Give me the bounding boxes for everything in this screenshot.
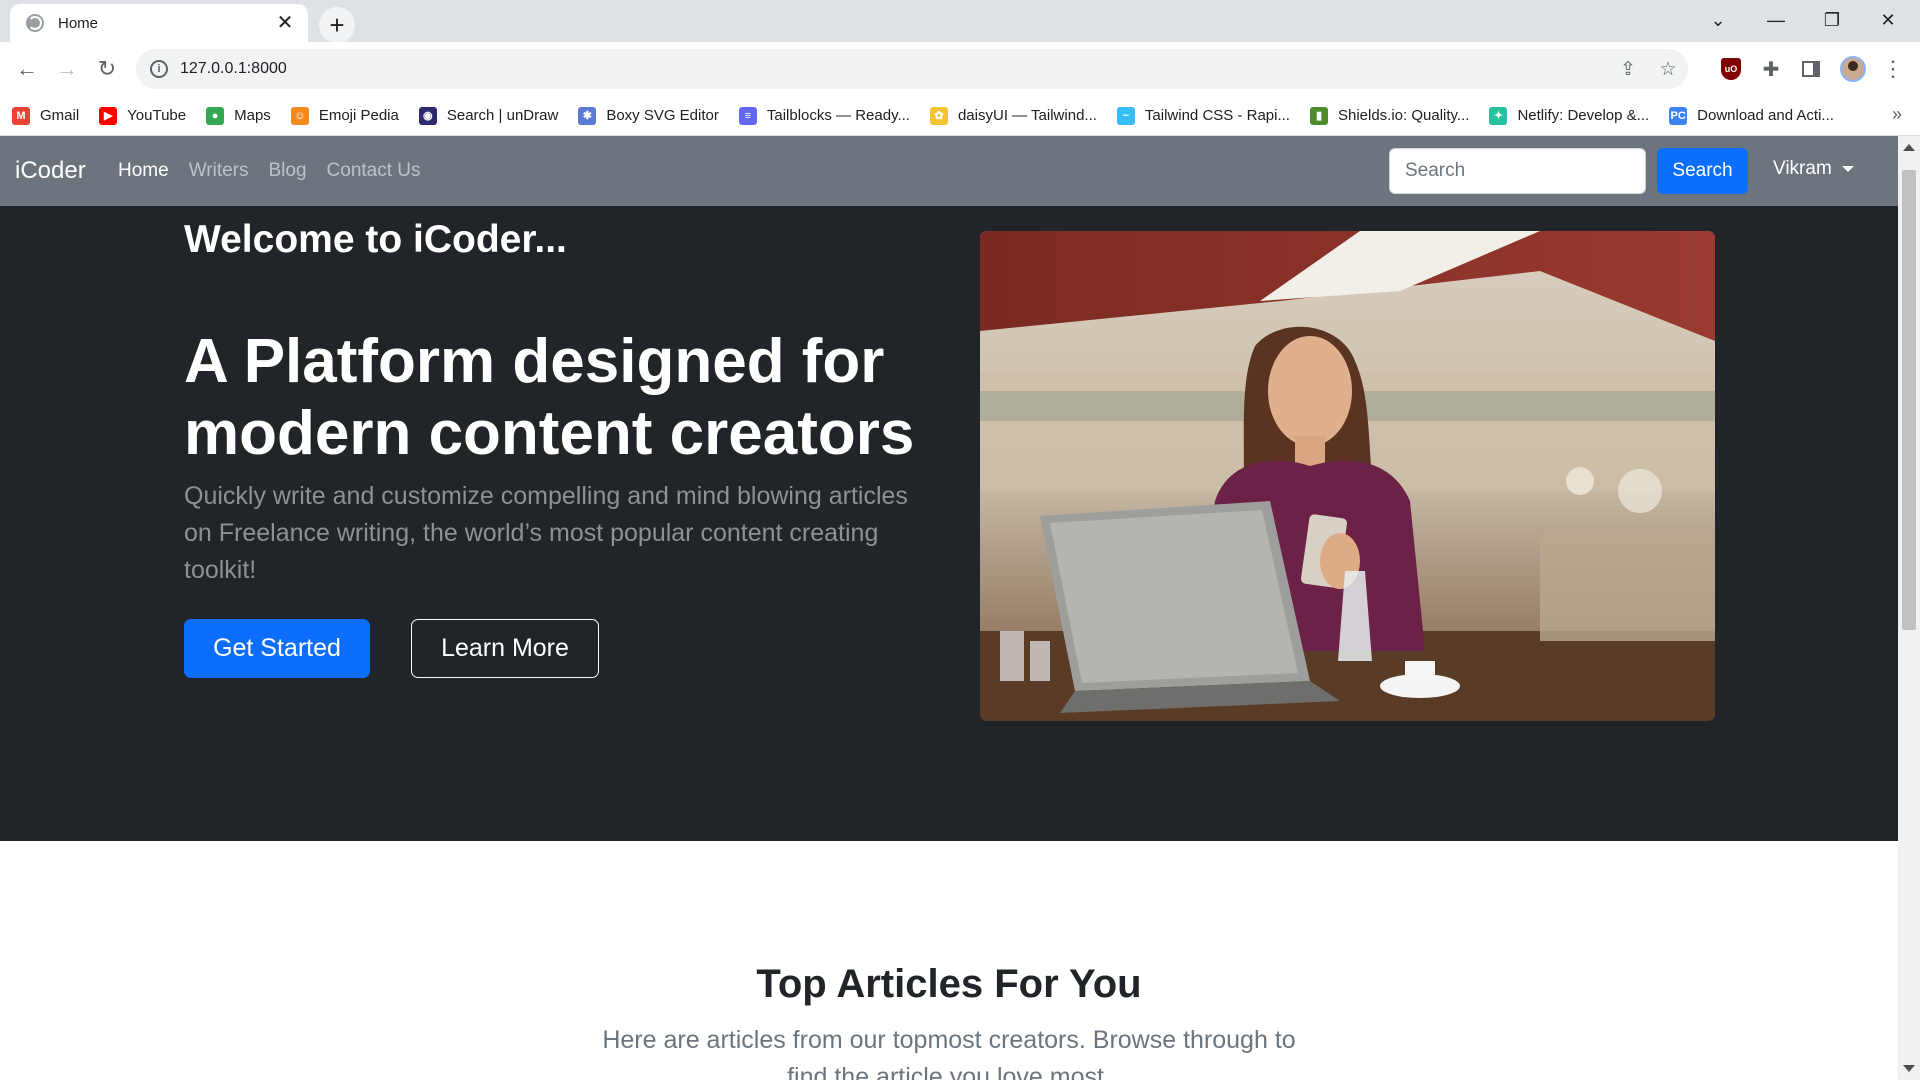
nav-link-contact[interactable]: Contact Us bbox=[327, 160, 421, 182]
shields-icon: ▮ bbox=[1309, 106, 1328, 125]
tab-strip: Home ✕ + ⌄ — ❐ ✕ bbox=[0, 0, 1920, 43]
scroll-down-arrow-icon[interactable] bbox=[1903, 1065, 1915, 1072]
tab-close-icon[interactable]: ✕ bbox=[274, 12, 296, 34]
bookmark-label: Emoji Pedia bbox=[318, 107, 399, 124]
bookmark-label: Maps bbox=[234, 107, 271, 124]
bookmark-label: Tailblocks — Ready... bbox=[766, 107, 910, 124]
woman-with-laptop-photo bbox=[980, 231, 1715, 721]
address-bar[interactable]: i 127.0.0.1:8000 ⇪ ☆ bbox=[136, 49, 1688, 89]
profile-avatar[interactable] bbox=[1834, 50, 1872, 88]
bookmark-label: Shields.io: Quality... bbox=[1337, 107, 1470, 124]
bookmark-label: Download and Acti... bbox=[1697, 107, 1834, 124]
top-articles-heading: Top Articles For You bbox=[756, 962, 1142, 1006]
page-favicon-icon bbox=[26, 14, 44, 32]
bookmark-item[interactable]: M Gmail bbox=[12, 106, 80, 125]
netlify-icon: ✦ bbox=[1489, 106, 1508, 125]
browser-toolbar: ← → ↻ i 127.0.0.1:8000 ⇪ ☆ uO ✚ ⋮ bbox=[0, 42, 1920, 96]
bookmark-label: Netlify: Develop &... bbox=[1517, 107, 1650, 124]
restore-icon[interactable]: ❐ bbox=[1804, 0, 1860, 40]
page-scrollbar[interactable] bbox=[1898, 136, 1920, 1080]
url-text[interactable]: 127.0.0.1:8000 bbox=[180, 60, 1608, 78]
gmail-icon: M bbox=[12, 106, 30, 125]
bookmark-item[interactable]: ✿ daisyUI — Tailwind... bbox=[929, 106, 1097, 125]
bookmark-label: YouTube bbox=[127, 107, 187, 124]
nav-link-blog[interactable]: Blog bbox=[269, 160, 307, 182]
undraw-icon: ◉ bbox=[418, 106, 437, 125]
learn-more-button[interactable]: Learn More bbox=[411, 619, 599, 678]
tailblocks-icon: ≡ bbox=[738, 106, 757, 125]
extensions-puzzle-icon[interactable]: ✚ bbox=[1752, 50, 1790, 88]
search-button[interactable]: Search bbox=[1657, 148, 1748, 194]
reload-icon[interactable]: ↻ bbox=[88, 50, 126, 88]
bookmarks-bar: M Gmail ▶ YouTube ● Maps ☺ Emoji Pedia ◉ Search |… bbox=[0, 96, 1920, 136]
bookmark-item[interactable]: ▮ Shields.io: Quality... bbox=[1309, 106, 1470, 125]
download-icon: PC bbox=[1669, 106, 1688, 125]
bookmark-label: Boxy SVG Editor bbox=[606, 107, 719, 124]
daisyui-icon: ✿ bbox=[929, 106, 948, 125]
user-dropdown[interactable]: Vikram bbox=[1773, 158, 1854, 180]
caret-down-icon bbox=[1841, 166, 1854, 172]
bookmark-item[interactable]: ◉ Search | unDraw bbox=[418, 106, 559, 125]
top-articles-subtitle: Here are articles from our topmost creat… bbox=[602, 1026, 1296, 1080]
page-viewport: iCoder Home Writers Blog Contact Us Sear… bbox=[0, 136, 1898, 1080]
browser-tab-home[interactable]: Home ✕ bbox=[10, 4, 308, 42]
bookmark-item[interactable]: ▶ YouTube bbox=[99, 106, 187, 125]
hero-lead-text: Quickly write and customize compelling a… bbox=[184, 482, 908, 584]
bookmark-item[interactable]: ● Maps bbox=[206, 106, 271, 125]
bookmark-label: Tailwind CSS - Rapi... bbox=[1144, 107, 1290, 124]
user-name: Vikram bbox=[1773, 158, 1832, 179]
bookmark-star-icon[interactable]: ☆ bbox=[1648, 58, 1688, 81]
navbar-brand[interactable]: iCoder bbox=[15, 157, 86, 185]
tailwind-icon: ~ bbox=[1116, 106, 1135, 125]
bookmark-item[interactable]: ≡ Tailblocks — Ready... bbox=[738, 106, 910, 125]
share-icon[interactable]: ⇪ bbox=[1608, 58, 1648, 81]
side-panel-icon[interactable] bbox=[1792, 50, 1830, 88]
new-tab-button[interactable]: + bbox=[319, 7, 355, 43]
search-input[interactable] bbox=[1389, 148, 1646, 194]
hero-section: Welcome to iCoder... A Platform designed… bbox=[0, 206, 1898, 841]
site-navbar: iCoder Home Writers Blog Contact Us Sear… bbox=[0, 136, 1898, 206]
hero-headline: A Platform designed for modern content c… bbox=[184, 327, 915, 468]
hero-image bbox=[980, 231, 1715, 721]
scrollbar-thumb[interactable] bbox=[1902, 170, 1916, 630]
bookmark-item[interactable]: PC Download and Acti... bbox=[1669, 106, 1834, 125]
bookmarks-overflow-icon[interactable]: » bbox=[1892, 104, 1902, 125]
bookmark-item[interactable]: ✦ Netlify: Develop &... bbox=[1489, 106, 1650, 125]
browser-menu-icon[interactable]: ⋮ bbox=[1874, 50, 1912, 88]
forward-arrow-icon[interactable]: → bbox=[48, 50, 86, 88]
nav-link-home[interactable]: Home bbox=[118, 160, 169, 182]
bookmark-label: Gmail bbox=[40, 107, 80, 124]
nav-links: Home Writers Blog Contact Us bbox=[118, 160, 441, 182]
boxy-icon: ✱ bbox=[578, 106, 597, 125]
tab-search-chevron-icon[interactable]: ⌄ bbox=[1690, 0, 1746, 40]
bookmark-item[interactable]: ~ Tailwind CSS - Rapi... bbox=[1116, 106, 1290, 125]
minimize-icon[interactable]: — bbox=[1748, 0, 1804, 40]
welcome-heading: Welcome to iCoder... bbox=[184, 218, 567, 261]
window-close-icon[interactable]: ✕ bbox=[1860, 0, 1916, 40]
emojipedia-icon: ☺ bbox=[290, 106, 309, 125]
bookmark-label: daisyUI — Tailwind... bbox=[957, 107, 1097, 124]
tab-title: Home bbox=[58, 14, 99, 32]
nav-link-writers[interactable]: Writers bbox=[189, 160, 249, 182]
bookmark-item[interactable]: ✱ Boxy SVG Editor bbox=[578, 106, 719, 125]
bookmark-label: Search | unDraw bbox=[446, 107, 559, 124]
bookmark-item[interactable]: ☺ Emoji Pedia bbox=[290, 106, 399, 125]
maps-icon: ● bbox=[206, 106, 225, 125]
scroll-up-arrow-icon[interactable] bbox=[1903, 144, 1915, 151]
site-info-icon[interactable]: i bbox=[150, 60, 168, 78]
back-arrow-icon[interactable]: ← bbox=[8, 50, 46, 88]
youtube-icon: ▶ bbox=[99, 106, 118, 125]
get-started-button[interactable]: Get Started bbox=[184, 619, 370, 678]
ublock-extension-icon[interactable]: uO bbox=[1712, 50, 1750, 88]
